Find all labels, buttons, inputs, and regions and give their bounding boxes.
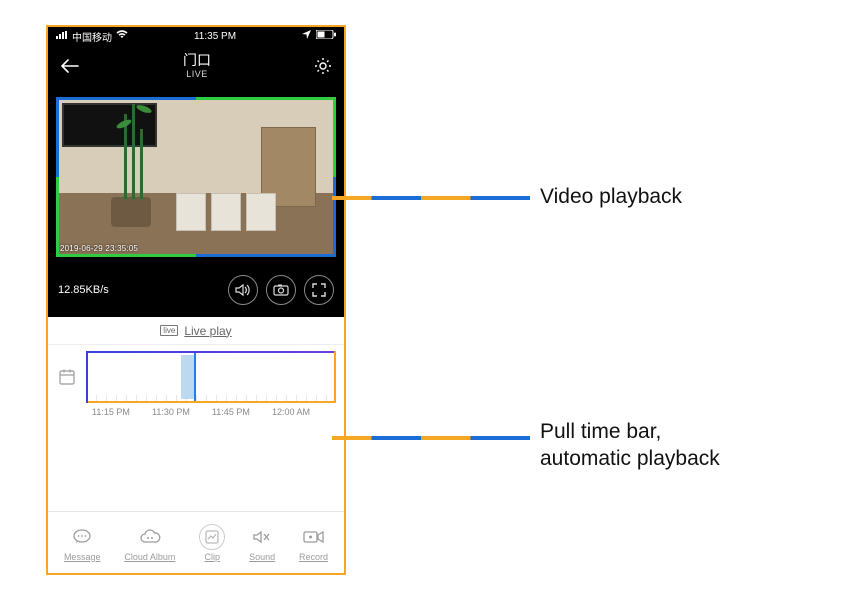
nav-label: Message [64, 552, 101, 562]
bottom-nav: Message Cloud Album Clip Sound Record [48, 511, 344, 573]
fullscreen-button[interactable] [304, 275, 334, 305]
message-icon [69, 524, 95, 550]
annotation-line [332, 436, 530, 440]
time-label: 11:45 PM [212, 407, 250, 417]
bitrate-label: 12.85KB/s [58, 284, 109, 296]
timeline-bar[interactable] [86, 351, 336, 403]
time-label: 12:00 AM [272, 407, 310, 417]
nav-record[interactable]: Record [299, 524, 328, 562]
nav-label: Cloud Album [124, 552, 175, 562]
status-bar: 中国移动 11:35 PM [48, 27, 344, 45]
nav-label: Record [299, 552, 328, 562]
live-badge-icon: live [160, 325, 178, 336]
time-label: 11:30 PM [152, 407, 190, 417]
record-icon [301, 524, 327, 550]
camera-title: 门口 [183, 52, 211, 69]
annotation-time-bar: Pull time bar, automatic playback [540, 418, 720, 473]
wifi-icon [116, 30, 128, 42]
nav-cloud-album[interactable]: Cloud Album [124, 524, 175, 562]
nav-message[interactable]: Message [64, 524, 101, 562]
annotation-video-playback: Video playback [540, 183, 682, 210]
annotation-line [332, 196, 530, 200]
clock-label: 11:35 PM [194, 31, 236, 42]
timeline-labels: 11:15 PM 11:30 PM 11:45 PM 12:00 AM [48, 407, 344, 417]
nav-label: Clip [204, 552, 220, 562]
calendar-button[interactable] [56, 351, 78, 403]
live-indicator: LIVE [183, 69, 211, 80]
cloud-icon [137, 524, 163, 550]
signal-icon [56, 31, 68, 42]
phone-frame: 中国移动 11:35 PM 门口 LIVE [46, 25, 346, 575]
battery-icon [316, 30, 336, 42]
header-bar: 门口 LIVE [48, 45, 344, 87]
location-icon [302, 30, 311, 42]
mute-button[interactable] [228, 275, 258, 305]
clip-icon [199, 524, 225, 550]
video-controls: 12.85KB/s [48, 265, 344, 317]
video-viewport[interactable]: 2019-06-29 23:35:05 [56, 97, 336, 257]
carrier-label: 中国移动 [72, 29, 112, 44]
nav-clip[interactable]: Clip [199, 524, 225, 562]
sound-icon [249, 524, 275, 550]
nav-label: Sound [249, 552, 275, 562]
live-play-label: Live play [184, 324, 231, 338]
snapshot-button[interactable] [266, 275, 296, 305]
back-button[interactable] [60, 58, 80, 74]
video-area: 2019-06-29 23:35:05 [48, 87, 344, 265]
nav-sound[interactable]: Sound [249, 524, 275, 562]
timeline-cursor[interactable] [194, 353, 196, 401]
video-timestamp: 2019-06-29 23:35:05 [60, 244, 138, 253]
live-play-tab[interactable]: live Live play [48, 317, 344, 345]
timeline-row [48, 345, 344, 409]
time-label: 11:15 PM [92, 407, 130, 417]
settings-button[interactable] [314, 57, 332, 75]
